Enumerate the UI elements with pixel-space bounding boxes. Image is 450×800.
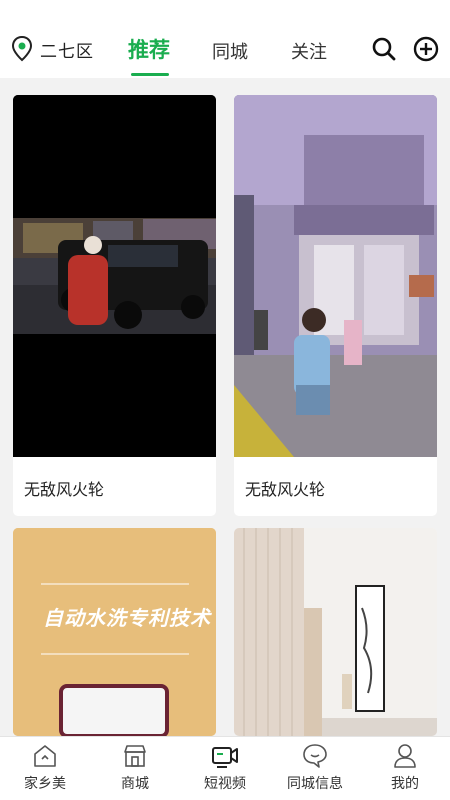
thumbnail-overlay-text: 自动水洗专利技术 <box>43 606 211 630</box>
nav-label-local-info: 同城信息 <box>287 776 343 792</box>
video-card[interactable] <box>234 528 437 736</box>
video-thumbnail-image <box>13 528 216 736</box>
video-title: 无敌风火轮 <box>245 480 326 499</box>
person-icon <box>394 744 416 768</box>
nav-label-mine: 我的 <box>391 776 419 792</box>
nav-item-shop[interactable]: 商城 <box>90 737 180 800</box>
video-thumbnail <box>234 528 437 736</box>
nav-item-local-info[interactable]: 同城信息 <box>270 737 360 800</box>
add-icon[interactable] <box>413 36 439 62</box>
tab-local[interactable]: 同城 <box>212 38 248 64</box>
top-bar: 二七区 推荐 同城 关注 <box>0 0 450 78</box>
nav-label-shop: 商城 <box>121 776 149 792</box>
bottom-navigation: 家乡美 商城 短视频 同城信息 我的 <box>0 736 450 800</box>
video-thumbnail <box>234 95 437 457</box>
tab-following[interactable]: 关注 <box>291 38 327 64</box>
tab-recommend[interactable]: 推荐 <box>128 34 170 64</box>
video-thumbnail-image <box>13 95 216 457</box>
nav-item-short-video[interactable]: 短视频 <box>180 737 270 800</box>
location-selector[interactable]: 二七区 <box>11 36 94 62</box>
location-pin-icon <box>11 36 33 62</box>
nav-label-home: 家乡美 <box>24 776 66 792</box>
video-thumbnail-image <box>234 528 437 736</box>
video-title: 无敌风火轮 <box>24 480 105 499</box>
video-camera-icon <box>212 747 238 768</box>
nav-item-mine[interactable]: 我的 <box>360 737 450 800</box>
video-thumbnail: 自动水洗专利技术 <box>13 528 216 736</box>
video-card[interactable]: 无敌风火轮 <box>234 95 437 516</box>
chat-bubble-icon <box>303 744 327 768</box>
shop-icon <box>124 745 146 767</box>
video-thumbnail-image <box>234 95 437 457</box>
video-card[interactable]: 无敌风火轮 <box>13 95 216 516</box>
location-label: 二七区 <box>40 41 94 62</box>
video-thumbnail <box>13 95 216 457</box>
search-icon[interactable] <box>371 36 397 62</box>
home-icon <box>34 745 56 767</box>
nav-label-short-video: 短视频 <box>204 776 246 792</box>
nav-item-home[interactable]: 家乡美 <box>0 737 90 800</box>
video-card[interactable]: 自动水洗专利技术 <box>13 528 216 736</box>
active-tab-indicator <box>131 73 169 76</box>
